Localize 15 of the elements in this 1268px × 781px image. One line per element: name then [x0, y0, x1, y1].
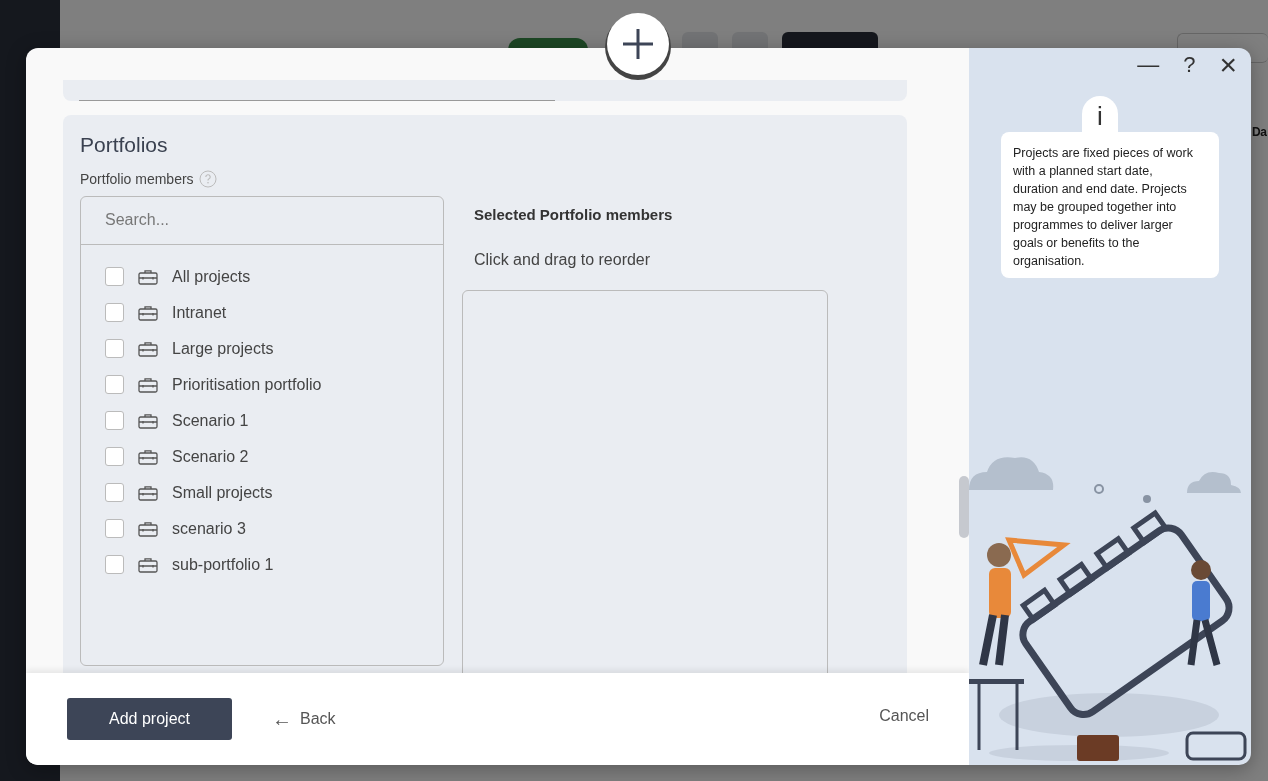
portfolio-name: Scenario 2: [172, 446, 249, 467]
hint-text: Click and drag to reorder: [474, 250, 652, 270]
portfolio-name: Scenario 1: [172, 410, 249, 431]
section-title: Portfolios: [80, 132, 169, 158]
portfolio-name: All projects: [172, 266, 251, 287]
portfolio-name: sub-portfolio 1: [172, 554, 274, 575]
field-label: Portfolio members: [80, 169, 194, 189]
portfolio-name: Small projects: [172, 482, 273, 503]
portfolio-name: scenario 3: [172, 518, 246, 539]
portfolio-name: Intranet: [172, 302, 227, 323]
column-header: Da: [1252, 124, 1267, 141]
portfolio-name: Prioritisation portfolio: [172, 374, 322, 395]
column-title: Selected Portfolio members: [474, 204, 674, 225]
portfolio-name: Large projects: [172, 338, 274, 359]
info-text: Projects are fixed pieces of work with a planned start date, duration and end date. Projects may be grouped together into programmes to deliver larger goals or benefits to the organisation.: [1001, 132, 1219, 278]
